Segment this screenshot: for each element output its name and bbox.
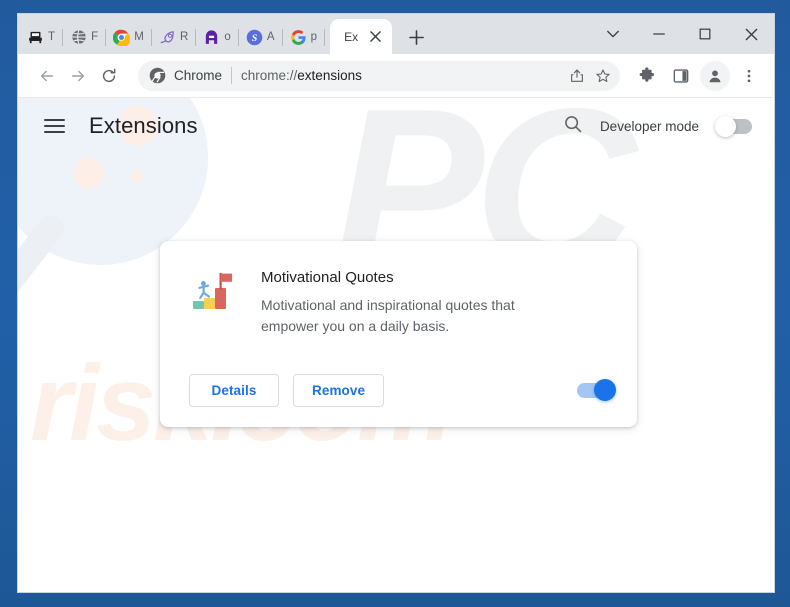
tab-title: R (179, 31, 189, 43)
tab-title: T (48, 31, 56, 43)
profile-button[interactable] (700, 60, 730, 91)
globe-icon (70, 29, 87, 46)
star-icon[interactable] (590, 63, 616, 89)
extensions-header: Extensions Developer mode (18, 98, 774, 154)
tab-letter-a[interactable]: o (196, 20, 239, 54)
omnibox-url-text: chrome://extensions (241, 68, 564, 83)
hamburger-line (44, 119, 65, 121)
extension-name: Motivational Quotes (261, 269, 394, 286)
extensions-page: PC risk.com Extensions Developer mode (18, 98, 774, 592)
toggle-knob (594, 379, 616, 401)
printer-icon (27, 29, 44, 46)
extensions-header-actions: Developer mode (563, 114, 752, 139)
tab-search-button[interactable] (590, 14, 636, 54)
hamburger-line (44, 125, 65, 127)
extension-description: Motivational and inspirational quotes th… (261, 297, 515, 334)
letter-a-icon (203, 29, 220, 46)
omnibox-source-label: Chrome (174, 68, 223, 83)
chrome-menu-button[interactable] (734, 61, 764, 91)
omnibox-divider (231, 67, 233, 84)
close-icon[interactable] (367, 29, 383, 45)
extensions-button[interactable] (632, 61, 662, 91)
tab-title: M (134, 31, 144, 43)
url-prefix: chrome:// (241, 68, 298, 83)
search-icon[interactable] (563, 114, 583, 139)
tab-chrome[interactable]: M (106, 20, 152, 54)
toggle-knob (715, 115, 736, 137)
share-icon[interactable] (564, 63, 590, 89)
minimize-button[interactable] (636, 14, 682, 54)
svg-text:S: S (252, 33, 258, 44)
back-button[interactable] (32, 61, 62, 91)
remove-button[interactable]: Remove (293, 374, 385, 407)
forward-button[interactable] (63, 61, 93, 91)
desktop-window-frame: T F M R o S A p Ex Chrome chrome://exten… (0, 0, 790, 607)
extension-card-top: Motivational Quotes Motivational and ins… (160, 241, 637, 336)
hamburger-menu-icon[interactable] (44, 114, 68, 138)
hamburger-line (44, 131, 65, 133)
extension-card: Motivational Quotes Motivational and ins… (160, 241, 637, 427)
watermark-magnifier-handle (18, 209, 70, 313)
watermark-dot (130, 170, 143, 183)
details-button[interactable]: Details (189, 374, 279, 407)
tab-printer[interactable]: T (20, 20, 64, 54)
chrome-icon (149, 67, 166, 84)
tab-title: p (310, 31, 318, 43)
developer-mode-label: Developer mode (599, 118, 699, 134)
tab-google[interactable]: p (283, 20, 326, 54)
tab-extensions-active[interactable]: Ex (330, 19, 393, 54)
motivational-quotes-extension-icon (189, 269, 237, 317)
url-emphasis: extensions (297, 68, 362, 83)
browser-toolbar: Chrome chrome://extensions (18, 54, 774, 98)
extension-card-actions: Details Remove (160, 374, 637, 427)
window-controls (590, 14, 774, 54)
comet-icon (159, 29, 176, 46)
chrome-browser-window: T F M R o S A p Ex Chrome chrome://exten… (17, 13, 775, 593)
close-button[interactable] (728, 14, 774, 54)
watermark-dot (73, 158, 104, 189)
chrome-icon (113, 29, 131, 46)
reload-button[interactable] (94, 61, 124, 91)
address-bar[interactable]: Chrome chrome://extensions (138, 60, 620, 91)
google-icon (290, 29, 307, 46)
tab-scribd[interactable]: S A (239, 20, 283, 54)
extension-card-text: Motivational Quotes Motivational and ins… (261, 267, 551, 336)
side-panel-button[interactable] (666, 61, 696, 91)
tab-title: o (224, 31, 231, 43)
developer-mode-toggle[interactable] (715, 115, 752, 137)
tab-title: A (266, 31, 275, 43)
scribd-icon: S (246, 29, 263, 46)
tab-title: F (91, 31, 99, 43)
new-tab-button[interactable] (402, 23, 430, 51)
tab-strip: T F M R o S A p Ex (18, 14, 774, 54)
maximize-button[interactable] (682, 14, 728, 54)
page-title: Extensions (89, 113, 198, 138)
tab-globe[interactable]: F (63, 20, 107, 54)
tab-comet[interactable]: R (152, 20, 197, 54)
extension-enabled-toggle[interactable] (577, 379, 616, 401)
tab-label: Ex (344, 29, 359, 44)
